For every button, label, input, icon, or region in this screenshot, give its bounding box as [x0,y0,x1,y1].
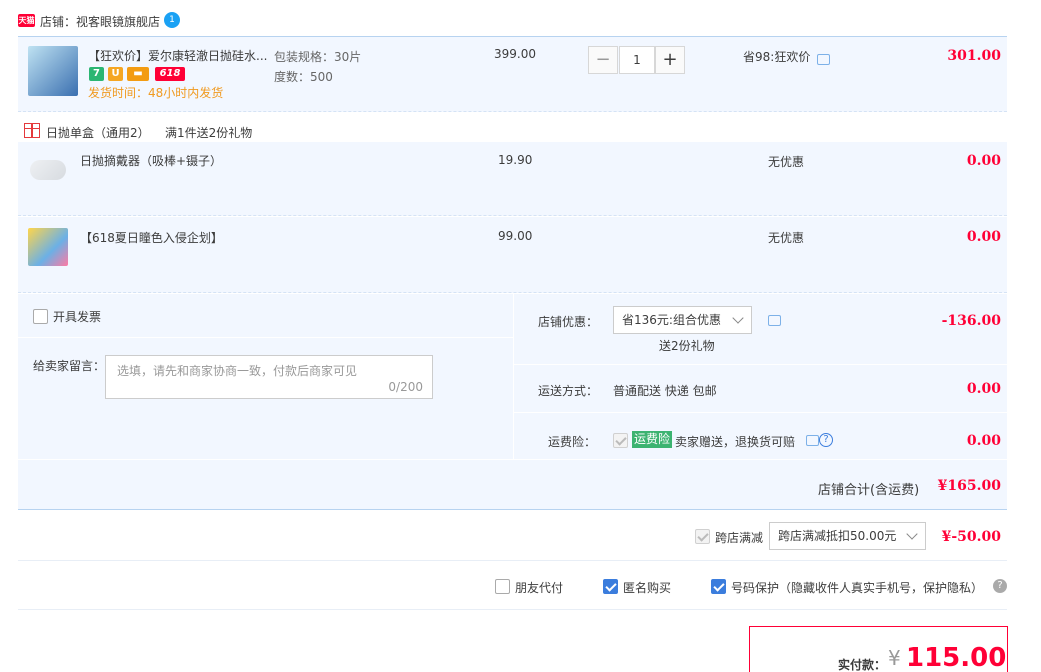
618-badge-icon: 618 [155,67,185,81]
message-textarea[interactable]: 选填，请先和商家协商一致，付款后商家可见 0/200 [105,355,433,399]
cross-shop-label: 跨店满减 [715,531,764,545]
gift-bundle-name: 日抛单盒（通用2） [46,126,150,140]
chat-icon[interactable] [806,435,819,446]
chat-icon[interactable] [768,315,781,326]
friend-pay-label: 朋友代付 [515,581,564,595]
chevron-down-icon [732,312,744,324]
shop-total-amount: ¥165.00 [937,478,1001,494]
gift-rule: 满1件送2份礼物 [165,126,253,140]
quantity-input[interactable]: 1 [619,46,655,74]
product-thumbnail[interactable] [28,46,78,96]
message-placeholder: 选填，请先和商家协商一致，付款后商家可见 [117,364,358,378]
panel-divider [514,412,1007,413]
shop-discount-gift: 送2份礼物 [659,339,715,353]
wangwang-chat-icon[interactable]: 1 [164,12,180,28]
privacy-checkbox[interactable] [711,579,726,594]
gift-item-title[interactable]: 【618夏日瞳色入侵企划】 [80,229,223,246]
gift-item-title[interactable]: 日抛摘戴器（吸棒+镊子） [80,152,222,169]
panel-divider [513,294,514,460]
gift-item-promo: 无优惠 [768,231,805,245]
pay-amount: 115.00 [906,643,1007,672]
product-thumbnail[interactable] [30,160,66,180]
cross-shop-amount: ¥-50.00 [941,529,1001,545]
cross-shop-checkbox [695,529,710,544]
shop-discount-selected: 省136元:组合优惠 [622,313,721,327]
delivery-method: 普通配送 快递 包邮 [613,384,717,398]
chat-icon[interactable] [817,54,830,65]
message-label: 给卖家留言： [33,359,106,373]
privacy-label: 号码保护（隐藏收件人真实手机号，保护隐私） [731,581,984,595]
anonymous-label: 匿名购买 [623,581,672,595]
gift-item-subtotal: 0.00 [966,229,1001,245]
shop-name[interactable]: 店铺：视客眼镜旗舰店 [40,13,160,30]
friend-pay-checkbox[interactable] [495,579,510,594]
guarantee-icon: U [108,67,123,81]
question-icon[interactable]: ? [993,579,1007,593]
spec-power: 度数：500 [274,70,333,84]
gift-item-promo: 无优惠 [768,155,805,169]
card-pay-icon: ▬ [127,67,149,81]
invoice-label: 开具发票 [53,310,102,324]
anonymous-checkbox[interactable] [603,579,618,594]
delivery-label: 运送方式： [538,384,599,398]
seven-day-return-icon: 7 [89,67,104,81]
insurance-checkbox [613,433,628,448]
unit-price: 399.00 [494,47,536,61]
shipping-time: 发货时间：48小时内发货 [88,86,224,100]
quantity-decrease-button[interactable]: − [588,46,618,74]
pay-currency: ¥ [888,646,901,670]
gift-item-price: 19.90 [498,153,533,167]
gift-item-subtotal: 0.00 [966,153,1001,169]
shop-discount-select[interactable]: 省136元:组合优惠 [613,306,752,334]
insurance-label: 运费险： [548,435,597,449]
insurance-badge: 运费险 [632,431,673,448]
panel-divider [18,337,513,338]
shop-discount-amount: -136.00 [941,313,1001,329]
quantity-increase-button[interactable]: + [655,46,685,74]
message-counter: 0/200 [388,380,423,394]
delivery-amount: 0.00 [966,381,1001,397]
panel-divider [514,364,1007,365]
shop-discount-label: 店铺优惠： [538,315,599,329]
pay-label: 实付款： [838,658,887,672]
promo-label: 省98:狂欢价 [743,50,811,64]
tmall-badge: 天猫 [18,14,35,27]
gift-item-price: 99.00 [498,229,533,243]
help-icon[interactable]: ? [819,433,833,447]
spec-package: 包装规格：30片 [274,50,362,64]
item-subtotal: 301.00 [947,48,1001,64]
invoice-checkbox[interactable] [33,309,48,324]
cross-shop-selected: 跨店满减抵扣50.00元 [778,529,897,543]
gift-icon [24,123,40,138]
insurance-desc: 卖家赠送，退换货可赔 [675,435,796,449]
product-thumbnail[interactable] [28,228,68,266]
insurance-amount: 0.00 [966,433,1001,449]
product-title[interactable]: 【狂欢价】爱尔康轻澈日抛硅水... [88,47,268,64]
panel-divider [18,459,1007,460]
